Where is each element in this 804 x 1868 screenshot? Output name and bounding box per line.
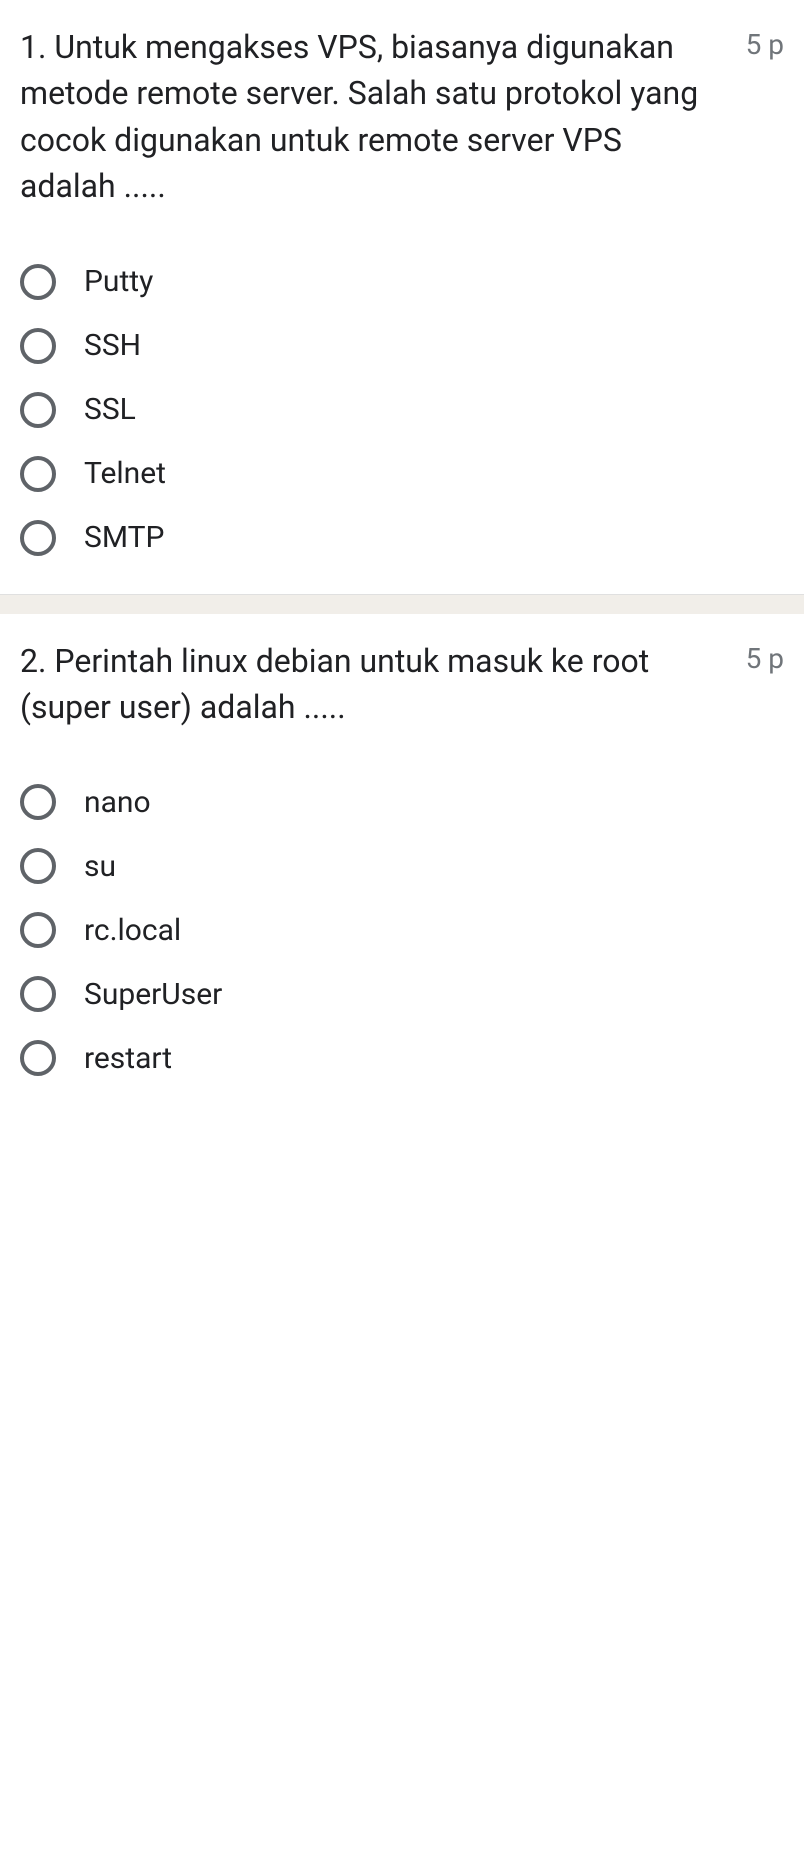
option-label: SSH	[84, 328, 141, 363]
option-restart[interactable]: restart	[20, 1026, 784, 1090]
question-text: 2. Perintah linux debian untuk masuk ke …	[20, 638, 736, 731]
option-label: su	[84, 849, 116, 884]
points-label: 5 p	[746, 24, 784, 61]
options-group: nano su rc.local SuperUser restart	[20, 770, 784, 1090]
radio-icon	[20, 1040, 56, 1076]
option-telnet[interactable]: Telnet	[20, 442, 784, 506]
question-header: 2. Perintah linux debian untuk masuk ke …	[20, 638, 784, 731]
radio-icon	[20, 328, 56, 364]
radio-icon	[20, 848, 56, 884]
option-label: rc.local	[84, 913, 181, 948]
option-putty[interactable]: Putty	[20, 250, 784, 314]
radio-icon	[20, 784, 56, 820]
option-label: SSL	[84, 392, 136, 427]
option-su[interactable]: su	[20, 834, 784, 898]
option-superuser[interactable]: SuperUser	[20, 962, 784, 1026]
option-smtp[interactable]: SMTP	[20, 506, 784, 570]
option-ssl[interactable]: SSL	[20, 378, 784, 442]
option-ssh[interactable]: SSH	[20, 314, 784, 378]
question-number: 1.	[20, 28, 54, 66]
question-text: 1. Untuk mengakses VPS, biasanya digunak…	[20, 24, 736, 210]
question-card-1: 1. Untuk mengakses VPS, biasanya digunak…	[0, 0, 804, 594]
option-rc-local[interactable]: rc.local	[20, 898, 784, 962]
option-label: Putty	[84, 264, 153, 299]
radio-icon	[20, 520, 56, 556]
points-label: 5 p	[746, 638, 784, 675]
radio-icon	[20, 456, 56, 492]
radio-icon	[20, 392, 56, 428]
question-number: 2.	[20, 642, 54, 680]
options-group: Putty SSH SSL Telnet SMTP	[20, 250, 784, 570]
question-card-2: 2. Perintah linux debian untuk masuk ke …	[0, 614, 804, 1115]
option-label: restart	[84, 1041, 172, 1076]
option-label: Telnet	[84, 456, 166, 491]
question-body: Untuk mengakses VPS, biasanya digunakan …	[20, 28, 698, 205]
radio-icon	[20, 264, 56, 300]
question-header: 1. Untuk mengakses VPS, biasanya digunak…	[20, 24, 784, 210]
option-label: SMTP	[84, 520, 164, 555]
option-label: nano	[84, 785, 151, 820]
card-divider	[0, 594, 804, 614]
radio-icon	[20, 912, 56, 948]
option-nano[interactable]: nano	[20, 770, 784, 834]
option-label: SuperUser	[84, 977, 222, 1012]
question-body: Perintah linux debian untuk masuk ke roo…	[20, 642, 649, 726]
radio-icon	[20, 976, 56, 1012]
